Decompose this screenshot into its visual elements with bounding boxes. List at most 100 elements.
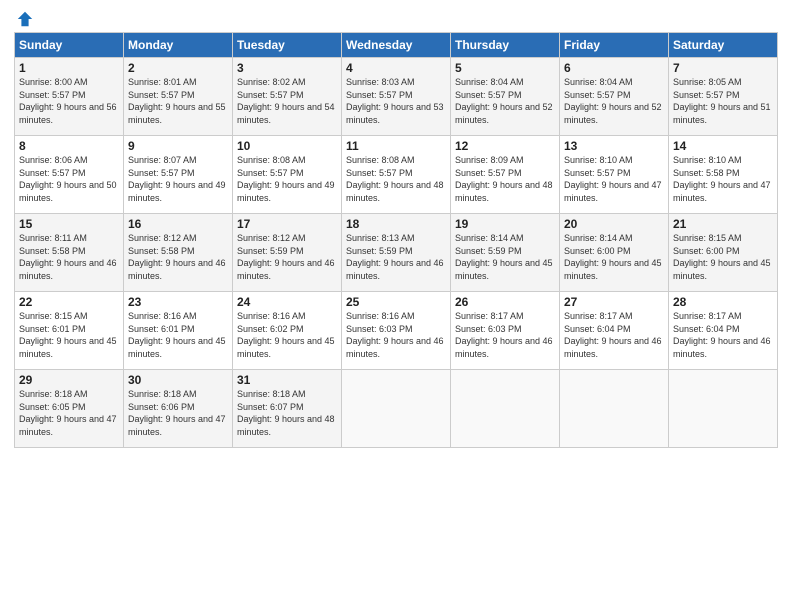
day-number: 27: [564, 295, 664, 309]
calendar-day-cell: 14 Sunrise: 8:10 AMSunset: 5:58 PMDayligh…: [669, 136, 778, 214]
day-number: 5: [455, 61, 555, 75]
day-info: Sunrise: 8:07 AMSunset: 5:57 PMDaylight:…: [128, 155, 226, 203]
calendar-day-cell: [669, 370, 778, 448]
day-number: 10: [237, 139, 337, 153]
calendar-day-cell: 13 Sunrise: 8:10 AMSunset: 5:57 PMDayligh…: [560, 136, 669, 214]
calendar-day-cell: 9 Sunrise: 8:07 AMSunset: 5:57 PMDaylight…: [124, 136, 233, 214]
calendar-day-cell: 26 Sunrise: 8:17 AMSunset: 6:03 PMDayligh…: [451, 292, 560, 370]
day-info: Sunrise: 8:08 AMSunset: 5:57 PMDaylight:…: [346, 155, 444, 203]
calendar-day-cell: 12 Sunrise: 8:09 AMSunset: 5:57 PMDayligh…: [451, 136, 560, 214]
day-info: Sunrise: 8:16 AMSunset: 6:02 PMDaylight:…: [237, 311, 335, 359]
day-info: Sunrise: 8:16 AMSunset: 6:01 PMDaylight:…: [128, 311, 226, 359]
day-info: Sunrise: 8:04 AMSunset: 5:57 PMDaylight:…: [564, 77, 662, 125]
calendar-day-cell: 8 Sunrise: 8:06 AMSunset: 5:57 PMDaylight…: [15, 136, 124, 214]
day-info: Sunrise: 8:14 AMSunset: 6:00 PMDaylight:…: [564, 233, 662, 281]
day-number: 31: [237, 373, 337, 387]
calendar-week-row: 15 Sunrise: 8:11 AMSunset: 5:58 PMDayligh…: [15, 214, 778, 292]
calendar-day-cell: 22 Sunrise: 8:15 AMSunset: 6:01 PMDayligh…: [15, 292, 124, 370]
calendar-day-cell: 29 Sunrise: 8:18 AMSunset: 6:05 PMDayligh…: [15, 370, 124, 448]
day-info: Sunrise: 8:09 AMSunset: 5:57 PMDaylight:…: [455, 155, 553, 203]
day-info: Sunrise: 8:10 AMSunset: 5:58 PMDaylight:…: [673, 155, 771, 203]
calendar-day-cell: 30Sunrise: 8:18 AMSunset: 6:06 PMDayligh…: [124, 370, 233, 448]
day-number: 8: [19, 139, 119, 153]
day-number: 13: [564, 139, 664, 153]
logo: [14, 10, 34, 24]
header: [14, 10, 778, 24]
day-number: 4: [346, 61, 446, 75]
calendar-day-cell: 11 Sunrise: 8:08 AMSunset: 5:57 PMDayligh…: [342, 136, 451, 214]
day-number: 16: [128, 217, 228, 231]
day-info: Sunrise: 8:12 AMSunset: 5:58 PMDaylight:…: [128, 233, 226, 281]
weekday-header: Sunday: [15, 33, 124, 58]
day-number: 19: [455, 217, 555, 231]
day-number: 22: [19, 295, 119, 309]
day-number: 6: [564, 61, 664, 75]
weekday-header: Monday: [124, 33, 233, 58]
day-info: Sunrise: 8:08 AMSunset: 5:57 PMDaylight:…: [237, 155, 335, 203]
calendar-day-cell: 5 Sunrise: 8:04 AMSunset: 5:57 PMDaylight…: [451, 58, 560, 136]
weekday-header: Saturday: [669, 33, 778, 58]
day-number: 2: [128, 61, 228, 75]
calendar-day-cell: 2 Sunrise: 8:01 AMSunset: 5:57 PMDaylight…: [124, 58, 233, 136]
day-number: 11: [346, 139, 446, 153]
day-info: Sunrise: 8:06 AMSunset: 5:57 PMDaylight:…: [19, 155, 117, 203]
day-info: Sunrise: 8:11 AMSunset: 5:58 PMDaylight:…: [19, 233, 117, 281]
day-number: 9: [128, 139, 228, 153]
weekday-header: Wednesday: [342, 33, 451, 58]
day-info: Sunrise: 8:17 AMSunset: 6:03 PMDaylight:…: [455, 311, 553, 359]
day-number: 14: [673, 139, 773, 153]
day-number: 25: [346, 295, 446, 309]
day-info: Sunrise: 8:17 AMSunset: 6:04 PMDaylight:…: [673, 311, 771, 359]
day-number: 30: [128, 373, 228, 387]
day-info: Sunrise: 8:13 AMSunset: 5:59 PMDaylight:…: [346, 233, 444, 281]
day-info: Sunrise: 8:02 AMSunset: 5:57 PMDaylight:…: [237, 77, 335, 125]
calendar-day-cell: 24 Sunrise: 8:16 AMSunset: 6:02 PMDayligh…: [233, 292, 342, 370]
calendar-week-row: 22 Sunrise: 8:15 AMSunset: 6:01 PMDayligh…: [15, 292, 778, 370]
calendar-container: SundayMondayTuesdayWednesdayThursdayFrid…: [0, 0, 792, 458]
calendar-day-cell: 25 Sunrise: 8:16 AMSunset: 6:03 PMDayligh…: [342, 292, 451, 370]
calendar-day-cell: 18 Sunrise: 8:13 AMSunset: 5:59 PMDayligh…: [342, 214, 451, 292]
day-number: 12: [455, 139, 555, 153]
calendar-day-cell: 4Sunrise: 8:03 AMSunset: 5:57 PMDaylight…: [342, 58, 451, 136]
calendar-week-row: 1Sunrise: 8:00 AMSunset: 5:57 PMDaylight…: [15, 58, 778, 136]
logo-icon: [16, 10, 34, 28]
calendar-day-cell: 15 Sunrise: 8:11 AMSunset: 5:58 PMDayligh…: [15, 214, 124, 292]
day-info: Sunrise: 8:05 AMSunset: 5:57 PMDaylight:…: [673, 77, 771, 125]
day-number: 29: [19, 373, 119, 387]
day-info: Sunrise: 8:00 AMSunset: 5:57 PMDaylight:…: [19, 77, 117, 125]
calendar-day-cell: 19Sunrise: 8:14 AMSunset: 5:59 PMDayligh…: [451, 214, 560, 292]
calendar-table: SundayMondayTuesdayWednesdayThursdayFrid…: [14, 32, 778, 448]
calendar-day-cell: 31Sunrise: 8:18 AMSunset: 6:07 PMDayligh…: [233, 370, 342, 448]
day-number: 7: [673, 61, 773, 75]
day-number: 26: [455, 295, 555, 309]
day-number: 18: [346, 217, 446, 231]
calendar-day-cell: 27Sunrise: 8:17 AMSunset: 6:04 PMDayligh…: [560, 292, 669, 370]
calendar-day-cell: 28 Sunrise: 8:17 AMSunset: 6:04 PMDayligh…: [669, 292, 778, 370]
calendar-day-cell: [451, 370, 560, 448]
day-number: 24: [237, 295, 337, 309]
calendar-day-cell: 16 Sunrise: 8:12 AMSunset: 5:58 PMDayligh…: [124, 214, 233, 292]
day-info: Sunrise: 8:01 AMSunset: 5:57 PMDaylight:…: [128, 77, 226, 125]
weekday-header: Thursday: [451, 33, 560, 58]
calendar-day-cell: 17Sunrise: 8:12 AMSunset: 5:59 PMDayligh…: [233, 214, 342, 292]
day-info: Sunrise: 8:15 AMSunset: 6:01 PMDaylight:…: [19, 311, 117, 359]
calendar-day-cell: 3 Sunrise: 8:02 AMSunset: 5:57 PMDaylight…: [233, 58, 342, 136]
calendar-day-cell: [342, 370, 451, 448]
day-info: Sunrise: 8:15 AMSunset: 6:00 PMDaylight:…: [673, 233, 771, 281]
calendar-day-cell: 10 Sunrise: 8:08 AMSunset: 5:57 PMDayligh…: [233, 136, 342, 214]
day-info: Sunrise: 8:16 AMSunset: 6:03 PMDaylight:…: [346, 311, 444, 359]
day-number: 3: [237, 61, 337, 75]
day-number: 28: [673, 295, 773, 309]
calendar-day-cell: 1Sunrise: 8:00 AMSunset: 5:57 PMDaylight…: [15, 58, 124, 136]
weekday-header: Tuesday: [233, 33, 342, 58]
calendar-day-cell: 21Sunrise: 8:15 AMSunset: 6:00 PMDayligh…: [669, 214, 778, 292]
weekday-header: Friday: [560, 33, 669, 58]
day-number: 15: [19, 217, 119, 231]
calendar-day-cell: [560, 370, 669, 448]
calendar-day-cell: 20Sunrise: 8:14 AMSunset: 6:00 PMDayligh…: [560, 214, 669, 292]
calendar-week-row: 8 Sunrise: 8:06 AMSunset: 5:57 PMDaylight…: [15, 136, 778, 214]
day-info: Sunrise: 8:04 AMSunset: 5:57 PMDaylight:…: [455, 77, 553, 125]
day-info: Sunrise: 8:18 AMSunset: 6:05 PMDaylight:…: [19, 389, 117, 437]
day-info: Sunrise: 8:10 AMSunset: 5:57 PMDaylight:…: [564, 155, 662, 203]
day-info: Sunrise: 8:12 AMSunset: 5:59 PMDaylight:…: [237, 233, 335, 281]
